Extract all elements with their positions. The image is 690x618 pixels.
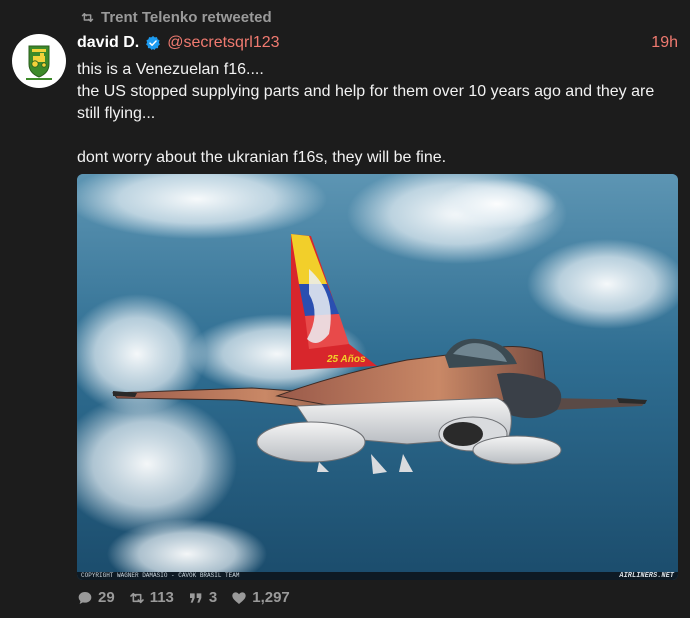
retweet-count: 113	[149, 589, 174, 606]
media-watermark: AIRLINERS.NET	[619, 572, 674, 580]
retweet-context[interactable]: Trent Telenko retweeted	[80, 9, 272, 26]
avatar[interactable]	[12, 34, 66, 88]
retweet-icon	[129, 592, 144, 603]
author-name[interactable]: david D.	[77, 34, 139, 52]
heart-icon	[232, 591, 246, 604]
retweet-button[interactable]: 113	[129, 589, 174, 606]
retweet-icon	[81, 13, 94, 22]
svg-text:25 Años: 25 Años	[326, 354, 366, 365]
like-count: 1,297	[252, 589, 290, 606]
reply-button[interactable]: 29	[77, 589, 115, 606]
quote-icon	[189, 592, 202, 603]
reply-icon	[78, 591, 92, 604]
tweet-text-line: this is a Venezuelan f16....	[77, 61, 264, 78]
tweet-header: david D. @secretsqrl123 19h	[77, 33, 678, 53]
tweet-text-line: dont worry about the ukranian f16s, they…	[77, 149, 447, 166]
author-handle[interactable]: @secretsqrl123	[167, 34, 279, 52]
media-credit-strip: COPYRIGHT WAGNER DAMASIO - CAVOK BRASIL …	[77, 572, 678, 580]
reply-count: 29	[98, 589, 115, 606]
tweet-text: this is a Venezuelan f16.... the US stop…	[77, 59, 677, 169]
tweet-actions: 29 113 3 1,297	[77, 589, 290, 606]
quote-count: 3	[208, 589, 218, 606]
media-credit: COPYRIGHT WAGNER DAMASIO - CAVOK BRASIL …	[81, 572, 240, 579]
tweet-timestamp[interactable]: 19h	[651, 34, 678, 52]
like-button[interactable]: 1,297	[231, 589, 290, 606]
f16-jet-photo: 25 Años	[77, 174, 678, 580]
retweet-label: Trent Telenko retweeted	[101, 9, 272, 26]
tweet-media[interactable]: 25 Años COPYRIGHT WAGNER DAMASIO - CAVOK…	[77, 174, 678, 580]
verified-badge-icon	[146, 36, 161, 50]
tweet-card[interactable]: Trent Telenko retweeted david D. @secret…	[0, 0, 690, 618]
tweet-text-line: the US stopped supplying parts and help …	[77, 83, 655, 122]
tractor-badge-icon	[16, 38, 62, 84]
quote-button[interactable]: 3	[188, 589, 217, 606]
